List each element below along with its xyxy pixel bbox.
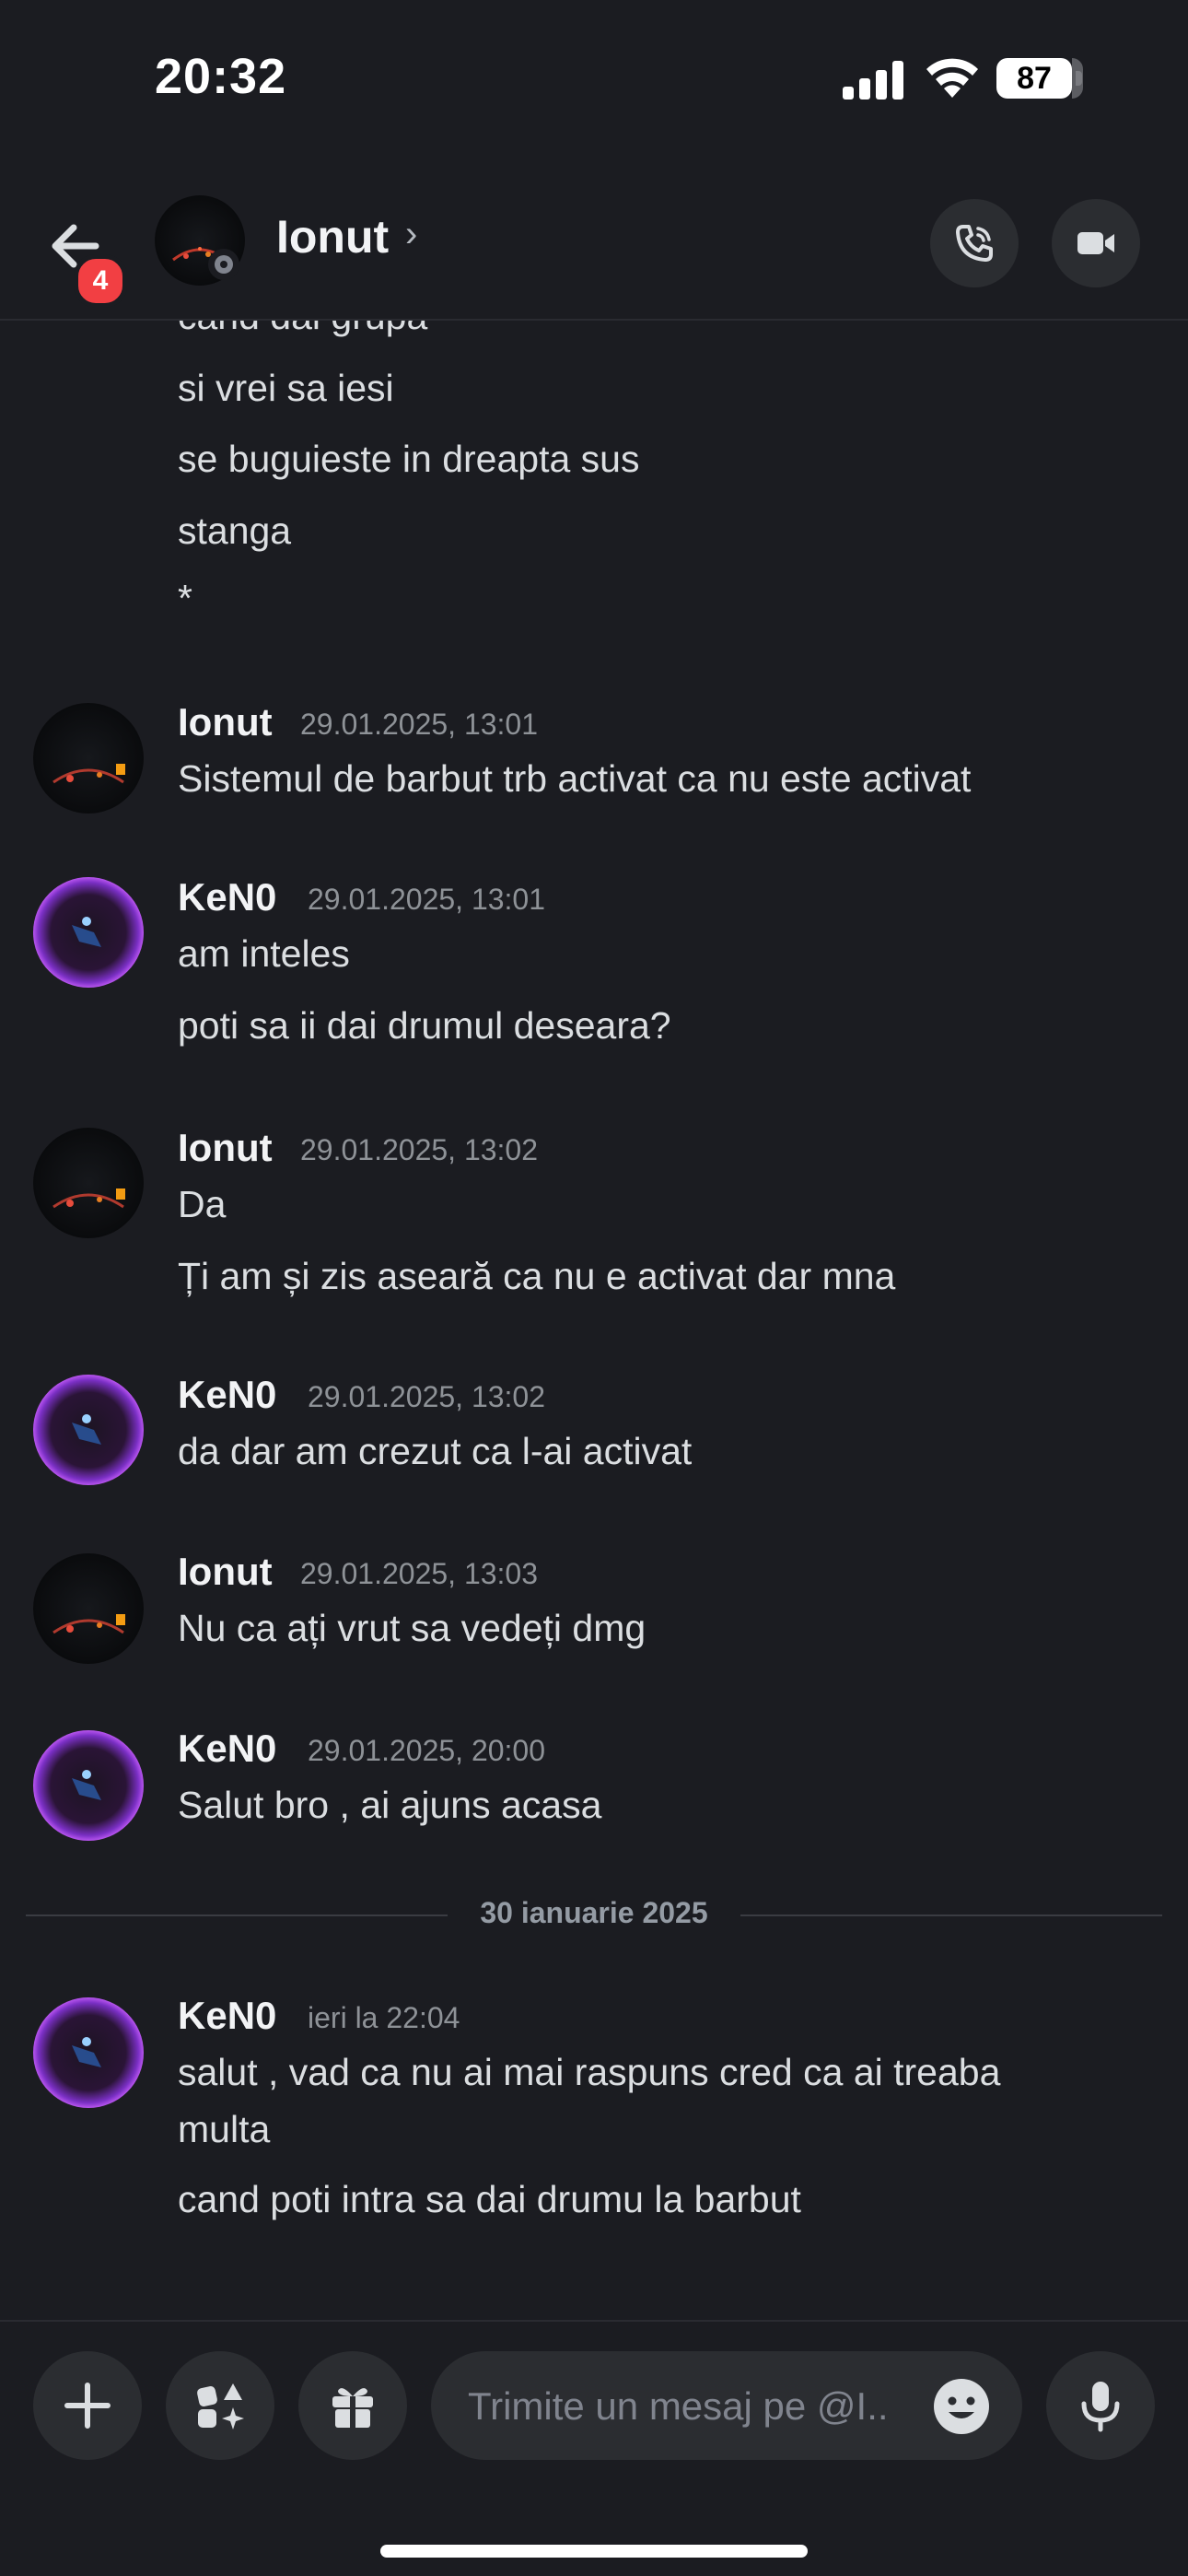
voice-call-button[interactable] <box>930 199 1019 287</box>
add-attachment-button[interactable] <box>33 2351 142 2460</box>
chevron-right-icon[interactable]: › <box>405 214 417 255</box>
message-timestamp: 29.01.2025, 13:02 <box>308 1380 546 1413</box>
video-camera-icon <box>1077 232 1114 254</box>
home-indicator[interactable] <box>380 2545 808 2558</box>
message-timestamp: ieri la 22:04 <box>308 2001 460 2034</box>
message-timestamp: 29.01.2025, 13:03 <box>300 1557 539 1590</box>
apps-icon <box>197 2383 244 2430</box>
phone-call-icon <box>956 225 993 262</box>
message-line: Ți am și zis aseară ca nu e activat dar … <box>178 1255 896 1297</box>
message-author[interactable]: KeN0 <box>178 1994 276 2038</box>
message-line: Da <box>178 1183 227 1225</box>
avatar[interactable] <box>33 1128 144 1238</box>
message-author[interactable]: KeN0 <box>178 1727 276 1771</box>
message-author[interactable]: KeN0 <box>178 875 276 919</box>
message-line: si vrei sa iesi <box>178 367 394 409</box>
message-input[interactable]: Trimite un mesaj pe @I.. <box>431 2351 1022 2460</box>
gift-button[interactable] <box>298 2351 407 2460</box>
plus-icon <box>64 2383 111 2429</box>
chat-header: 4 Ionut › <box>0 166 1188 321</box>
message-line: stanga <box>178 509 292 552</box>
avatar[interactable] <box>33 1730 144 1841</box>
battery-indicator: 87 <box>996 58 1083 100</box>
status-time: 20:32 <box>155 49 287 104</box>
avatar[interactable] <box>33 1553 144 1664</box>
message-composer: Trimite un mesaj pe @I.. <box>0 2320 1188 2506</box>
apps-button[interactable] <box>166 2351 274 2460</box>
message-line: am inteles <box>178 932 350 975</box>
message-line: cand poti intra sa dai drumu la barbut <box>178 2178 801 2220</box>
message-line: * <box>178 577 192 619</box>
gift-icon <box>332 2388 373 2428</box>
message-line: Salut bro , ai ajuns acasa <box>178 1784 602 1826</box>
wifi-icon <box>926 58 978 98</box>
cellular-signal-icon <box>843 61 903 100</box>
message-list[interactable]: cand dai grupa si vrei sa iesi se buguie… <box>0 321 1188 2320</box>
microphone-icon <box>1081 2382 1120 2432</box>
date-divider-label: 30 ianuarie 2025 <box>480 1896 708 1929</box>
message-timestamp: 29.01.2025, 13:02 <box>300 1133 539 1166</box>
contact-name[interactable]: Ionut <box>276 210 389 263</box>
message-line: da dar am crezut ca l-ai activat <box>178 1430 693 1472</box>
message-input-placeholder: Trimite un mesaj pe @I.. <box>468 2384 889 2428</box>
avatar[interactable] <box>33 1997 144 2108</box>
status-bar: 20:32 87 <box>0 0 1188 166</box>
message-line: Nu ca ați vrut sa vedeți dmg <box>178 1607 646 1649</box>
message-author[interactable]: Ionut <box>178 1550 273 1594</box>
battery-percent: 87 <box>1017 61 1052 96</box>
emoji-icon[interactable] <box>932 2377 991 2436</box>
offline-status-icon <box>208 249 239 280</box>
voice-message-button[interactable] <box>1046 2351 1155 2460</box>
message-author[interactable]: KeN0 <box>178 1373 276 1417</box>
message-line: salut , vad ca nu ai mai raspuns cred ca… <box>178 2051 1001 2093</box>
message-line: Sistemul de barbut trb activat ca nu est… <box>178 757 972 800</box>
message-timestamp: 29.01.2025, 13:01 <box>300 708 539 741</box>
avatar[interactable] <box>33 877 144 988</box>
message-line: multa <box>178 2108 271 2150</box>
message-author[interactable]: Ionut <box>178 700 273 744</box>
unread-badge: 4 <box>74 254 127 308</box>
message-author[interactable]: Ionut <box>178 1126 273 1170</box>
message-line: se buguieste in dreapta sus <box>178 438 640 480</box>
avatar[interactable] <box>33 703 144 814</box>
avatar[interactable] <box>33 1375 144 1485</box>
message-line: cand dai grupa <box>178 321 427 338</box>
video-call-button[interactable] <box>1052 199 1140 287</box>
message-timestamp: 29.01.2025, 13:01 <box>308 883 546 916</box>
message-timestamp: 29.01.2025, 20:00 <box>308 1734 546 1767</box>
message-line: poti sa ii dai drumul deseara? <box>178 1004 671 1047</box>
